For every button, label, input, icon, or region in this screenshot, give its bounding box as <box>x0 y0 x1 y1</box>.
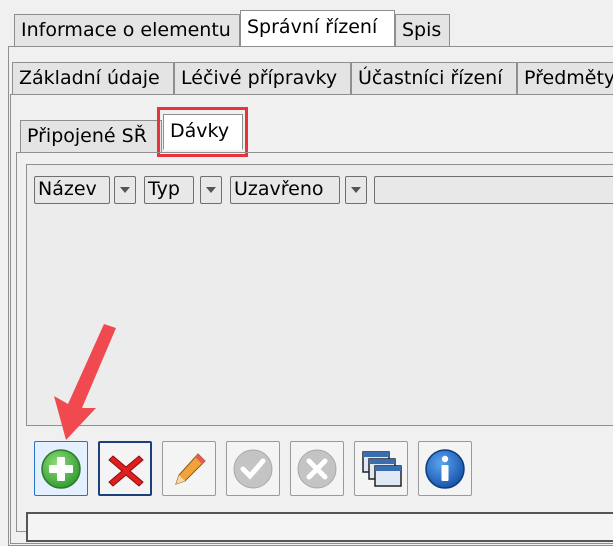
tab-spravni-rizeni[interactable]: Správní řízení <box>240 10 395 46</box>
edit-button[interactable] <box>162 441 216 496</box>
bottom-panel <box>26 512 613 542</box>
plus-circle-icon <box>41 449 81 489</box>
tab-predmety[interactable]: Předměty <box>517 62 613 94</box>
info-icon <box>425 449 465 489</box>
column-filter-uzavreno-button[interactable] <box>345 176 367 204</box>
cancel-button[interactable] <box>290 441 344 496</box>
confirm-button[interactable] <box>226 441 280 496</box>
check-circle-icon <box>233 449 273 489</box>
windows-icon <box>362 451 402 487</box>
tab-lecive-pripravky[interactable]: Léčivé přípravky <box>174 62 351 94</box>
windows-button[interactable] <box>354 441 408 496</box>
chevron-down-icon <box>120 187 130 193</box>
add-button[interactable] <box>34 441 88 496</box>
tab-pripojene-sr[interactable]: Připojené SŘ <box>20 120 162 152</box>
tab-ucastnici-rizeni[interactable]: Účastníci řízení <box>351 62 517 94</box>
tab-informace-o-elementu[interactable]: Informace o elementu <box>14 14 240 46</box>
column-header-typ[interactable]: Typ <box>144 176 194 204</box>
chevron-down-icon <box>351 187 361 193</box>
column-header-nazev[interactable]: Název <box>34 176 110 204</box>
chevron-down-icon <box>206 187 216 193</box>
tab-zakladni-udaje[interactable]: Základní údaje <box>12 62 174 94</box>
red-x-icon <box>108 455 144 487</box>
x-circle-icon <box>297 449 337 489</box>
info-button[interactable] <box>418 441 472 496</box>
annotation-arrow-icon <box>54 324 116 440</box>
tab-spis[interactable]: Spis <box>395 14 450 46</box>
column-filter-nazev-button[interactable] <box>114 176 136 204</box>
delete-button[interactable] <box>98 441 152 496</box>
pencil-icon <box>175 453 206 485</box>
column-header-uzavreno[interactable]: Uzavřeno <box>230 176 340 204</box>
davky-highlight-box <box>157 107 248 157</box>
column-header-empty <box>374 176 613 204</box>
column-filter-typ-button[interactable] <box>200 176 222 204</box>
